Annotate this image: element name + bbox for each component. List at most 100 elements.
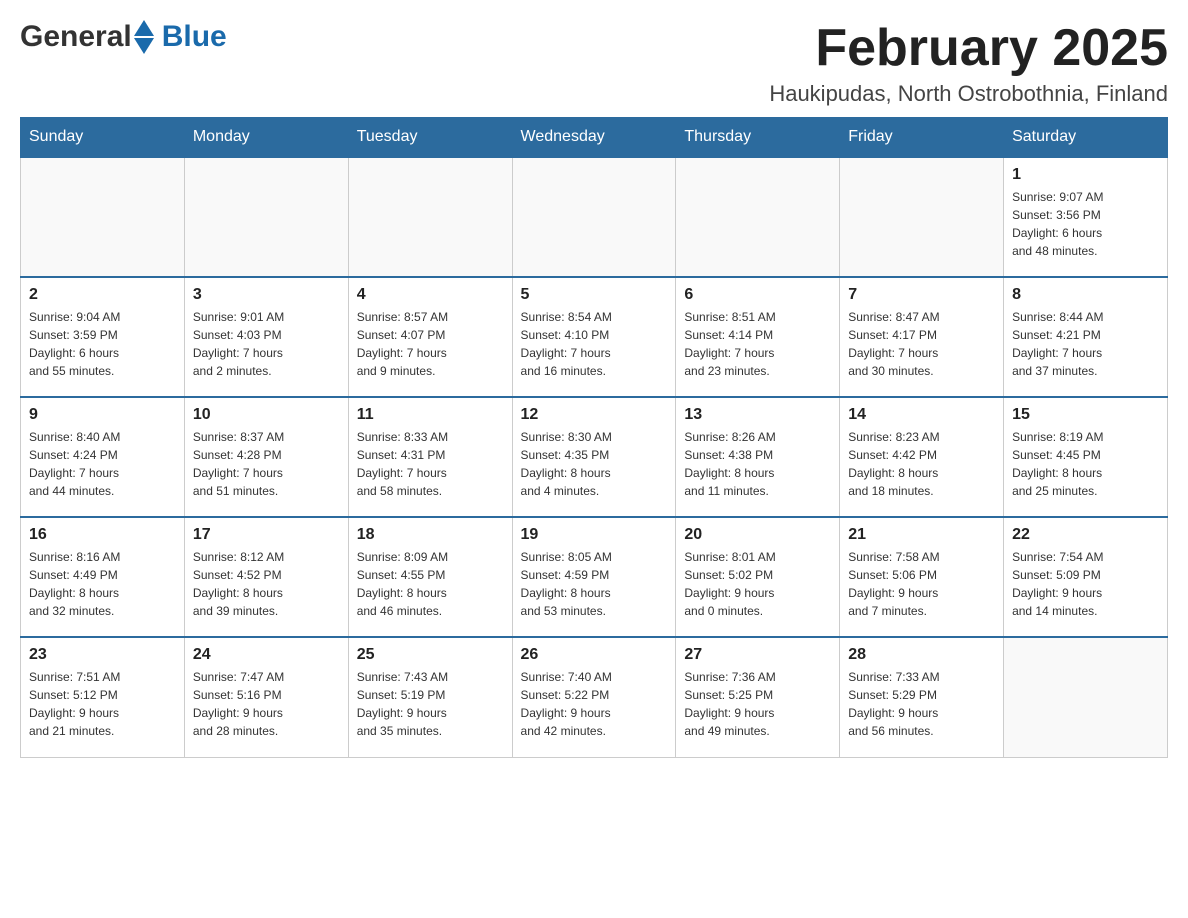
day-info: Sunrise: 7:40 AMSunset: 5:22 PMDaylight:… (521, 668, 668, 740)
calendar-week-row: 2Sunrise: 9:04 AMSunset: 3:59 PMDaylight… (21, 277, 1168, 397)
day-info: Sunrise: 8:19 AMSunset: 4:45 PMDaylight:… (1012, 428, 1159, 500)
day-number: 24 (193, 646, 340, 664)
logo-general: General (20, 20, 132, 54)
calendar-cell (676, 157, 840, 277)
calendar-cell: 18Sunrise: 8:09 AMSunset: 4:55 PMDayligh… (348, 517, 512, 637)
day-number: 15 (1012, 406, 1159, 424)
calendar-day-header: Monday (184, 118, 348, 158)
logo-triangle-down (134, 38, 154, 54)
day-number: 16 (29, 526, 176, 544)
calendar-week-row: 9 Sunrise: 8:40 AMSunset: 4:24 PMDaylight… (21, 397, 1168, 517)
day-info: Sunrise: 7:47 AMSunset: 5:16 PMDaylight:… (193, 668, 340, 740)
day-number: 9 (29, 406, 176, 424)
calendar-header-row: SundayMondayTuesdayWednesdayThursdayFrid… (21, 118, 1168, 158)
calendar-cell: 20Sunrise: 8:01 AMSunset: 5:02 PMDayligh… (676, 517, 840, 637)
calendar-week-row: 23 Sunrise: 7:51 AMSunset: 5:12 PMDayligh… (21, 637, 1168, 757)
calendar-day-header: Thursday (676, 118, 840, 158)
calendar-cell: 22 Sunrise: 7:54 AMSunset: 5:09 PMDayligh… (1004, 517, 1168, 637)
title-area: February 2025 Haukipudas, North Ostrobot… (769, 20, 1168, 107)
calendar-day-header: Wednesday (512, 118, 676, 158)
month-title: February 2025 (769, 20, 1168, 77)
calendar-week-row: 16 Sunrise: 8:16 AMSunset: 4:49 PMDayligh… (21, 517, 1168, 637)
calendar-cell (348, 157, 512, 277)
day-info: Sunrise: 8:57 AMSunset: 4:07 PMDaylight:… (357, 308, 504, 380)
calendar-cell: 17Sunrise: 8:12 AMSunset: 4:52 PMDayligh… (184, 517, 348, 637)
day-number: 23 (29, 646, 176, 664)
day-info: Sunrise: 9:04 AMSunset: 3:59 PMDaylight:… (29, 308, 176, 380)
day-number: 13 (684, 406, 831, 424)
calendar-cell: 14 Sunrise: 8:23 AMSunset: 4:42 PMDayligh… (840, 397, 1004, 517)
calendar-cell (1004, 637, 1168, 757)
day-number: 12 (521, 406, 668, 424)
calendar-cell (184, 157, 348, 277)
calendar-cell: 2Sunrise: 9:04 AMSunset: 3:59 PMDaylight… (21, 277, 185, 397)
calendar-cell: 12 Sunrise: 8:30 AMSunset: 4:35 PMDayligh… (512, 397, 676, 517)
calendar-cell: 10Sunrise: 8:37 AMSunset: 4:28 PMDayligh… (184, 397, 348, 517)
calendar-cell: 28 Sunrise: 7:33 AMSunset: 5:29 PMDayligh… (840, 637, 1004, 757)
day-number: 6 (684, 286, 831, 304)
day-number: 14 (848, 406, 995, 424)
day-info: Sunrise: 7:54 AMSunset: 5:09 PMDaylight:… (1012, 548, 1159, 620)
calendar-cell (840, 157, 1004, 277)
calendar-cell: 1Sunrise: 9:07 AMSunset: 3:56 PMDaylight… (1004, 157, 1168, 277)
day-number: 28 (848, 646, 995, 664)
day-info: Sunrise: 8:44 AMSunset: 4:21 PMDaylight:… (1012, 308, 1159, 380)
day-info: Sunrise: 8:05 AMSunset: 4:59 PMDaylight:… (521, 548, 668, 620)
day-number: 4 (357, 286, 504, 304)
calendar-cell: 24 Sunrise: 7:47 AMSunset: 5:16 PMDayligh… (184, 637, 348, 757)
calendar-cell: 27 Sunrise: 7:36 AMSunset: 5:25 PMDayligh… (676, 637, 840, 757)
calendar-cell: 13 Sunrise: 8:26 AMSunset: 4:38 PMDayligh… (676, 397, 840, 517)
calendar-cell: 7Sunrise: 8:47 AMSunset: 4:17 PMDaylight… (840, 277, 1004, 397)
calendar-cell: 21 Sunrise: 7:58 AMSunset: 5:06 PMDayligh… (840, 517, 1004, 637)
calendar-cell: 11 Sunrise: 8:33 AMSunset: 4:31 PMDayligh… (348, 397, 512, 517)
day-number: 5 (521, 286, 668, 304)
location-title: Haukipudas, North Ostrobothnia, Finland (769, 81, 1168, 107)
day-info: Sunrise: 8:23 AMSunset: 4:42 PMDaylight:… (848, 428, 995, 500)
calendar-day-header: Friday (840, 118, 1004, 158)
day-info: Sunrise: 8:47 AMSunset: 4:17 PMDaylight:… (848, 308, 995, 380)
calendar-cell (21, 157, 185, 277)
day-number: 11 (357, 406, 504, 424)
calendar-day-header: Tuesday (348, 118, 512, 158)
day-info: Sunrise: 9:07 AMSunset: 3:56 PMDaylight:… (1012, 188, 1159, 260)
calendar-cell: 25 Sunrise: 7:43 AMSunset: 5:19 PMDayligh… (348, 637, 512, 757)
day-info: Sunrise: 7:36 AMSunset: 5:25 PMDaylight:… (684, 668, 831, 740)
day-info: Sunrise: 8:30 AMSunset: 4:35 PMDaylight:… (521, 428, 668, 500)
calendar-table: SundayMondayTuesdayWednesdayThursdayFrid… (20, 117, 1168, 758)
day-info: Sunrise: 8:26 AMSunset: 4:38 PMDaylight:… (684, 428, 831, 500)
day-info: Sunrise: 7:58 AMSunset: 5:06 PMDaylight:… (848, 548, 995, 620)
calendar-week-row: 1Sunrise: 9:07 AMSunset: 3:56 PMDaylight… (21, 157, 1168, 277)
day-info: Sunrise: 8:12 AMSunset: 4:52 PMDaylight:… (193, 548, 340, 620)
day-number: 10 (193, 406, 340, 424)
day-number: 27 (684, 646, 831, 664)
day-info: Sunrise: 7:43 AMSunset: 5:19 PMDaylight:… (357, 668, 504, 740)
calendar-day-header: Sunday (21, 118, 185, 158)
logo-blue: Blue (162, 20, 227, 53)
day-info: Sunrise: 7:51 AMSunset: 5:12 PMDaylight:… (29, 668, 176, 740)
day-number: 8 (1012, 286, 1159, 304)
day-info: Sunrise: 7:33 AMSunset: 5:29 PMDaylight:… (848, 668, 995, 740)
day-number: 26 (521, 646, 668, 664)
day-number: 21 (848, 526, 995, 544)
day-number: 19 (521, 526, 668, 544)
day-number: 3 (193, 286, 340, 304)
calendar-cell: 23 Sunrise: 7:51 AMSunset: 5:12 PMDayligh… (21, 637, 185, 757)
day-info: Sunrise: 9:01 AMSunset: 4:03 PMDaylight:… (193, 308, 340, 380)
calendar-cell: 9 Sunrise: 8:40 AMSunset: 4:24 PMDaylight… (21, 397, 185, 517)
day-info: Sunrise: 8:16 AMSunset: 4:49 PMDaylight:… (29, 548, 176, 620)
day-number: 25 (357, 646, 504, 664)
page-header: General Blue February 2025 Haukipudas, N… (20, 20, 1168, 107)
day-info: Sunrise: 8:51 AMSunset: 4:14 PMDaylight:… (684, 308, 831, 380)
calendar-cell: 26 Sunrise: 7:40 AMSunset: 5:22 PMDayligh… (512, 637, 676, 757)
day-number: 22 (1012, 526, 1159, 544)
calendar-day-header: Saturday (1004, 118, 1168, 158)
calendar-cell: 3 Sunrise: 9:01 AMSunset: 4:03 PMDaylight… (184, 277, 348, 397)
day-info: Sunrise: 8:33 AMSunset: 4:31 PMDaylight:… (357, 428, 504, 500)
calendar-cell: 6 Sunrise: 8:51 AMSunset: 4:14 PMDaylight… (676, 277, 840, 397)
calendar-cell: 19 Sunrise: 8:05 AMSunset: 4:59 PMDayligh… (512, 517, 676, 637)
calendar-cell: 16 Sunrise: 8:16 AMSunset: 4:49 PMDayligh… (21, 517, 185, 637)
day-number: 18 (357, 526, 504, 544)
calendar-cell (512, 157, 676, 277)
calendar-cell: 8 Sunrise: 8:44 AMSunset: 4:21 PMDaylight… (1004, 277, 1168, 397)
day-info: Sunrise: 8:40 AMSunset: 4:24 PMDaylight:… (29, 428, 176, 500)
